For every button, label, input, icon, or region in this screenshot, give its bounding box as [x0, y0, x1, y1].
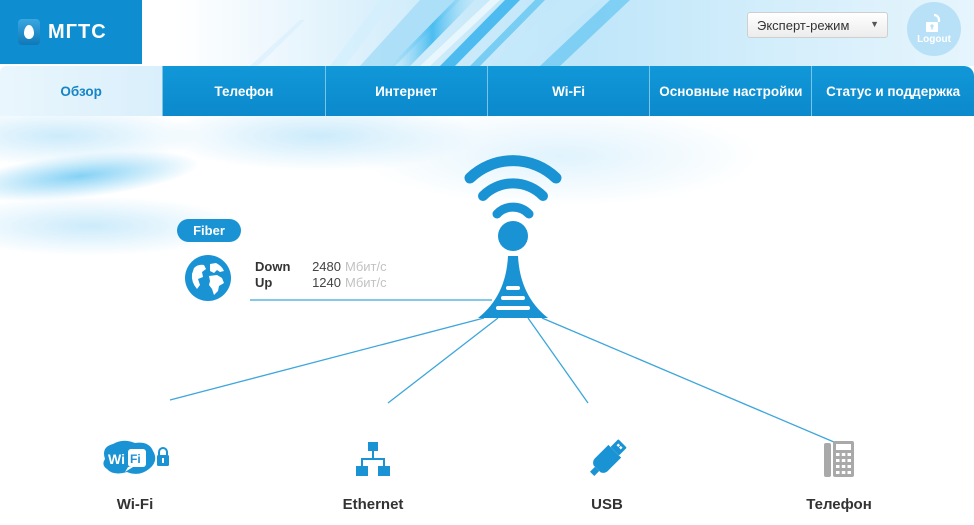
- usb-icon: [590, 439, 627, 476]
- device-ethernet-label: Ethernet: [342, 496, 404, 513]
- tab-status-support[interactable]: Статус и поддержка: [811, 66, 974, 116]
- phone-link-line: [541, 317, 849, 449]
- wifi-link-line: [169, 317, 485, 401]
- logo-text: МГТС: [48, 20, 107, 43]
- tab-basic-settings[interactable]: Основные настройки: [649, 66, 812, 116]
- device-usb-label: USB: [591, 496, 623, 513]
- unlock-icon: [926, 13, 941, 32]
- svg-text:Wi: Wi: [108, 451, 125, 467]
- overview-panel: Fiber Down 2480 Мбит/с Up 1240 Мбит/с Wi…: [0, 116, 974, 525]
- down-unit: Мбит/с: [345, 259, 387, 274]
- up-unit: Мбит/с: [345, 275, 387, 290]
- header: МГТС Эксперт-режим ▼ Logout: [0, 0, 974, 66]
- router-antenna-icon[interactable]: [464, 155, 562, 318]
- logout-label: Logout: [917, 34, 951, 45]
- tab-overview[interactable]: Обзор: [0, 66, 163, 116]
- tab-internet[interactable]: Интернет: [324, 66, 487, 116]
- mode-select-value: Эксперт-режим: [757, 17, 850, 33]
- chevron-down-icon: ▼: [870, 19, 879, 29]
- device-phone-label: Телефон: [806, 496, 872, 513]
- logout-button[interactable]: Logout: [907, 2, 961, 56]
- mode-select[interactable]: Эксперт-режим ▼: [747, 12, 888, 38]
- device-wifi[interactable]: Wi Fi Wi-Fi: [55, 436, 215, 513]
- downstream-row: Down 2480 Мбит/с: [255, 259, 387, 275]
- tab-phone[interactable]: Телефон: [162, 66, 325, 116]
- egg-logo-icon: [18, 19, 40, 45]
- wifi-lock-icon: Wi Fi: [103, 440, 169, 474]
- up-value: 1240: [312, 275, 341, 290]
- globe-icon: [185, 255, 231, 301]
- network-icon: [356, 442, 390, 476]
- down-label: Down: [255, 259, 291, 274]
- mgts-logo[interactable]: МГТС: [0, 0, 142, 64]
- device-phone[interactable]: Телефон: [759, 436, 919, 513]
- desk-phone-icon: [824, 441, 854, 477]
- device-wifi-label: Wi-Fi: [116, 496, 154, 513]
- main-nav-tabs: Обзор Телефон Интернет Wi-Fi Основные на…: [0, 66, 974, 116]
- upstream-row: Up 1240 Мбит/с: [255, 275, 387, 291]
- ethernet-link-line: [387, 317, 499, 404]
- device-ethernet[interactable]: Ethernet: [293, 436, 453, 513]
- usb-link-line: [527, 317, 589, 404]
- speed-info: Down 2480 Мбит/с Up 1240 Мбит/с: [255, 259, 387, 291]
- connection-type-badge: Fiber: [177, 219, 241, 242]
- down-value: 2480: [312, 259, 341, 274]
- up-label: Up: [255, 275, 273, 290]
- device-usb[interactable]: USB: [527, 436, 687, 513]
- tab-wifi[interactable]: Wi-Fi: [486, 66, 650, 116]
- svg-text:Fi: Fi: [130, 452, 141, 466]
